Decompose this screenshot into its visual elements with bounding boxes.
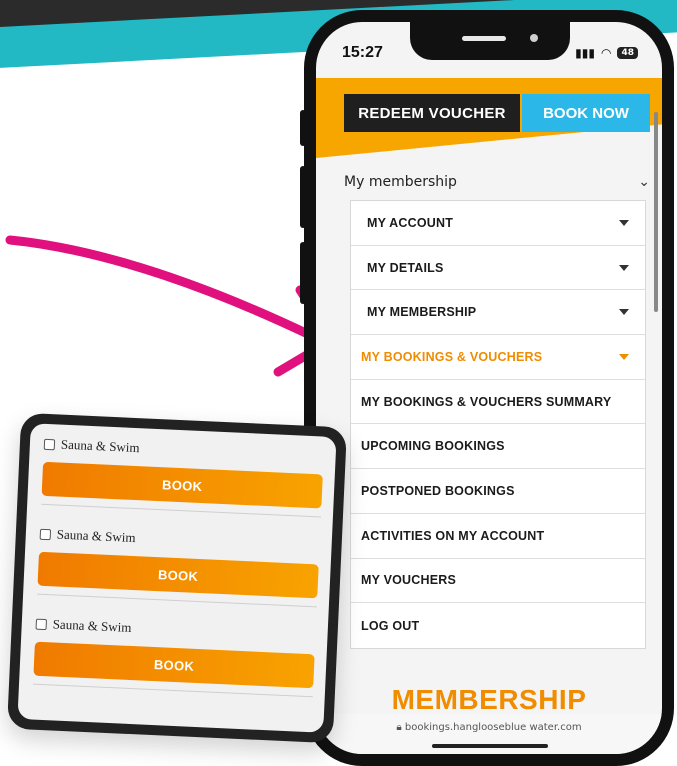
chevron-down-icon: ⌄ (638, 174, 650, 190)
menu-item-label: UPCOMING BOOKINGS (361, 439, 505, 454)
menu-item-my-vouchers[interactable]: MY VOUCHERS (351, 559, 645, 604)
home-indicator[interactable] (432, 744, 548, 748)
menu-item-my-membership[interactable]: MY MEMBERSHIP (351, 290, 645, 336)
signal-icon: ▮▮▮ (575, 46, 595, 60)
book-button[interactable]: BOOK (37, 551, 319, 599)
sauna-swim-label: Sauna & Swim (60, 436, 140, 456)
redeem-voucher-button[interactable]: REDEEM VOUCHER (344, 94, 520, 132)
menu-item-label: POSTPONED BOOKINGS (361, 483, 515, 498)
battery-icon: 48 (617, 47, 638, 59)
lock-icon: 🔒︎ (396, 722, 405, 733)
caret-down-icon (619, 219, 629, 226)
book-now-button[interactable]: BOOK NOW (522, 94, 650, 132)
phone-volume-up (300, 166, 306, 228)
sauna-swim-checkbox[interactable] (43, 438, 56, 450)
membership-label: My membership (344, 174, 457, 190)
membership-logo: MEMBERSHIP (391, 684, 587, 715)
menu-item-label: MY VOUCHERS (361, 573, 457, 588)
menu-item-label: LOG OUT (361, 618, 420, 633)
menu-item-label: MY ACCOUNT (367, 215, 454, 230)
caret-down-icon (619, 309, 629, 316)
url-bar[interactable] (316, 714, 662, 754)
menu-item-postponed-bookings[interactable]: POSTPONED BOOKINGS (351, 469, 645, 514)
menu-item-log-out[interactable]: LOG OUT (351, 603, 645, 648)
inset-booking-card: Sauna & Swim BOOK Sauna & Swim BOOK Saun… (7, 412, 347, 744)
membership-dropdown[interactable]: My membership ⌄ (344, 168, 650, 196)
menu-item-label: ACTIVITIES ON MY ACCOUNT (361, 528, 545, 543)
camera-icon (530, 34, 538, 42)
book-button[interactable]: BOOK (41, 461, 323, 509)
book-button[interactable]: BOOK (33, 641, 315, 689)
phone-volume-down (300, 242, 306, 304)
caret-down-icon (619, 353, 629, 360)
sauna-swim-label: Sauna & Swim (52, 616, 132, 635)
url-text: bookings.hanglooseblue water.com (404, 722, 582, 733)
menu-item-upcoming-bookings[interactable]: UPCOMING BOOKINGS (351, 424, 645, 470)
menu-item-label: MY MEMBERSHIP (367, 305, 477, 320)
scrollbar[interactable] (654, 112, 658, 312)
phone-notch (410, 22, 570, 60)
account-menu: MY ACCOUNT MY DETAILS MY MEMBERSHIP MY B… (350, 200, 646, 649)
menu-item-my-bookings-vouchers[interactable]: MY BOOKINGS & VOUCHERS (351, 335, 645, 380)
menu-item-label: MY DETAILS (367, 260, 444, 275)
menu-item-label: MY BOOKINGS & VOUCHERS (361, 349, 543, 364)
phone-frame: 15:27 ▮▮▮ ◠ 48 REDEEM VOUCHER BOOK NOW M… (300, 10, 674, 766)
phone-side-button (300, 110, 306, 146)
sauna-swim-label: Sauna & Swim (56, 526, 136, 546)
phone-screen: 15:27 ▮▮▮ ◠ 48 REDEEM VOUCHER BOOK NOW M… (316, 22, 662, 754)
list-item: Sauna & Swim BOOK (37, 524, 320, 608)
speaker-icon (462, 36, 506, 41)
menu-item-activities[interactable]: ACTIVITIES ON MY ACCOUNT (351, 514, 645, 559)
caret-down-icon (619, 264, 629, 271)
list-item: Sauna & Swim BOOK (33, 614, 316, 698)
menu-item-my-account[interactable]: MY ACCOUNT (351, 201, 645, 246)
wifi-icon: ◠ (600, 46, 612, 60)
list-item: Sauna & Swim BOOK (41, 434, 324, 518)
menu-item-bookings-summary[interactable]: MY BOOKINGS & VOUCHERS SUMMARY (351, 380, 645, 425)
sauna-swim-checkbox[interactable] (35, 618, 48, 630)
menu-item-label: MY BOOKINGS & VOUCHERS SUMMARY (361, 394, 612, 409)
status-time: 15:27 (342, 44, 383, 61)
menu-item-my-details[interactable]: MY DETAILS (351, 246, 645, 291)
sauna-swim-checkbox[interactable] (39, 528, 52, 540)
